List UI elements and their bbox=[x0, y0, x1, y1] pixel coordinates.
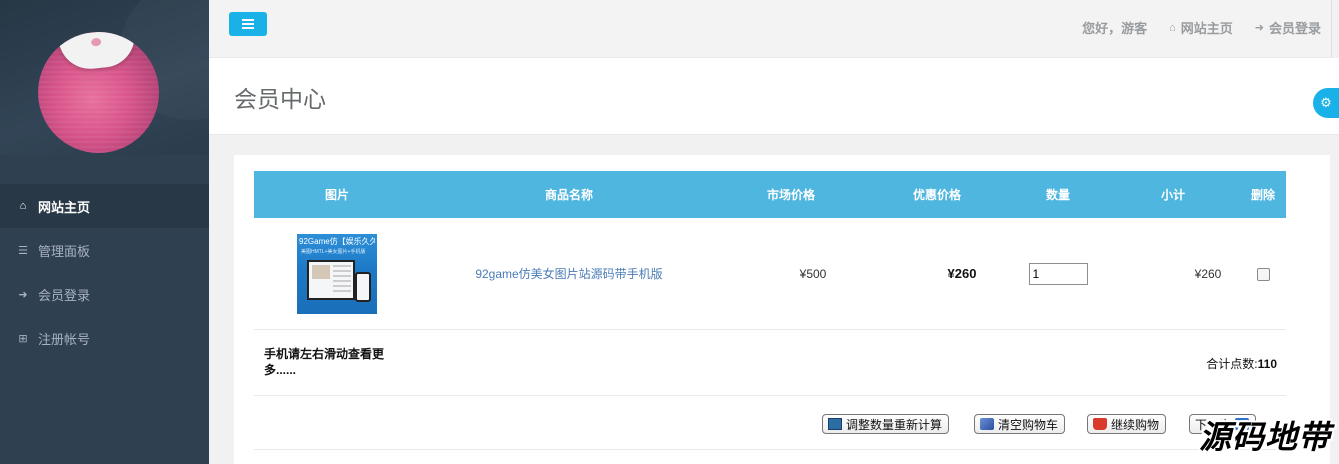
thumbnail-subtitle: 美图HMTL+美女图片+手机版 bbox=[301, 248, 366, 255]
trash-icon bbox=[980, 418, 994, 430]
sale-price: ¥260 bbox=[947, 266, 977, 281]
total-points: 合计点数:110 bbox=[1206, 355, 1277, 372]
cart-icon bbox=[1093, 418, 1107, 430]
product-name-link[interactable]: 92game仿美女图片站源码带手机版 bbox=[475, 267, 662, 281]
nav-home-label: 网站主页 bbox=[1180, 21, 1233, 36]
settings-float-button[interactable]: ⚙ bbox=[1313, 88, 1339, 118]
sign-in-icon: ➜ bbox=[1254, 22, 1264, 34]
recalculate-label: 调整数量重新计算 bbox=[846, 417, 943, 432]
col-header-quantity: 数量 bbox=[1045, 188, 1070, 202]
thumbnail-title: 92Game仿【娱乐久久久 bbox=[299, 236, 375, 246]
continue-shopping-label: 继续购物 bbox=[1111, 417, 1160, 432]
sidebar-item-admin-panel[interactable]: ☰ 管理面板 bbox=[0, 228, 209, 272]
delete-checkbox[interactable] bbox=[1256, 267, 1270, 281]
watermark: 源码地带 bbox=[1198, 418, 1331, 456]
total-value: 110 bbox=[1257, 357, 1277, 371]
sidebar-item-label: 管理面板 bbox=[38, 243, 91, 259]
sidebar-profile bbox=[0, 0, 209, 155]
sidebar-item-home[interactable]: ⌂ 网站主页 bbox=[0, 184, 209, 228]
quantity-input[interactable] bbox=[1028, 262, 1088, 285]
hamburger-icon bbox=[242, 19, 254, 21]
subtotal: ¥260 bbox=[1194, 266, 1222, 281]
gears-icon: ⚙ bbox=[1320, 95, 1332, 110]
home-icon: ⌂ bbox=[1169, 21, 1176, 34]
recalculate-button[interactable]: 调整数量重新计算 bbox=[822, 414, 950, 434]
cart-table: 图片 商品名称 市场价格 优惠价格 数量 小计 删除 92Game仿【娱乐久久久… bbox=[254, 171, 1286, 450]
total-label: 合计点数: bbox=[1206, 357, 1258, 371]
nav-login-link[interactable]: ➜ 会员登录 bbox=[1255, 18, 1321, 37]
market-price: ¥500 bbox=[799, 266, 827, 281]
product-thumbnail[interactable]: 92Game仿【娱乐久久久 美图HMTL+美女图片+手机版 bbox=[297, 233, 377, 314]
col-header-subtotal: 小计 bbox=[1160, 188, 1185, 202]
cart-summary-row: 手机请左右滑动查看更多...... 合计点数:110 bbox=[254, 330, 1286, 396]
cart-actions-row: 调整数量重新计算 清空购物车 继续购物 下一步 bbox=[254, 396, 1286, 450]
plus-square-icon: ⊞ bbox=[18, 332, 28, 345]
sidebar-item-register[interactable]: ⊞ 注册帐号 bbox=[0, 316, 209, 360]
table-row: 92Game仿【娱乐久久久 美图HMTL+美女图片+手机版 92game仿美女图… bbox=[254, 218, 1286, 330]
list-icon: ☰ bbox=[18, 244, 28, 257]
avatar[interactable] bbox=[38, 32, 159, 153]
sidebar: ⌂ 网站主页 ☰ 管理面板 ➜ 会员登录 ⊞ 注册帐号 bbox=[0, 0, 209, 464]
nav-login-label: 会员登录 bbox=[1268, 21, 1321, 36]
page-title: 会员中心 bbox=[234, 86, 326, 112]
cart-panel: 图片 商品名称 市场价格 优惠价格 数量 小计 删除 92Game仿【娱乐久久久… bbox=[234, 155, 1330, 464]
sidebar-item-label: 注册帐号 bbox=[38, 331, 91, 347]
greeting-text: 您好，游客 bbox=[1082, 21, 1148, 36]
col-header-name: 商品名称 bbox=[544, 188, 593, 202]
clear-cart-button[interactable]: 清空购物车 bbox=[974, 414, 1066, 434]
col-header-image: 图片 bbox=[324, 188, 349, 202]
sign-in-icon: ➜ bbox=[18, 288, 28, 301]
top-navbar: 您好，游客 ⌂ 网站主页 ➜ 会员登录 bbox=[209, 0, 1339, 58]
scrollbar[interactable] bbox=[1331, 0, 1339, 58]
nav-home-link[interactable]: ⌂ 网站主页 bbox=[1169, 18, 1233, 37]
col-header-market-price: 市场价格 bbox=[766, 188, 815, 202]
table-header: 图片 商品名称 市场价格 优惠价格 数量 小计 删除 bbox=[254, 171, 1286, 218]
sidebar-item-login[interactable]: ➜ 会员登录 bbox=[0, 272, 209, 316]
sidebar-item-label: 会员登录 bbox=[38, 287, 91, 303]
mobile-scroll-note: 手机请左右滑动查看更多...... bbox=[264, 347, 385, 377]
home-icon: ⌂ bbox=[19, 200, 27, 212]
clear-cart-label: 清空购物车 bbox=[998, 417, 1059, 432]
calculator-icon bbox=[828, 418, 842, 430]
col-header-sale-price: 优惠价格 bbox=[912, 188, 961, 202]
col-header-delete: 删除 bbox=[1250, 188, 1275, 202]
continue-shopping-button[interactable]: 继续购物 bbox=[1087, 414, 1167, 434]
sidebar-item-label: 网站主页 bbox=[38, 199, 91, 215]
page-header: 会员中心 ⚙ bbox=[209, 58, 1339, 135]
menu-toggle-button[interactable] bbox=[229, 12, 267, 36]
